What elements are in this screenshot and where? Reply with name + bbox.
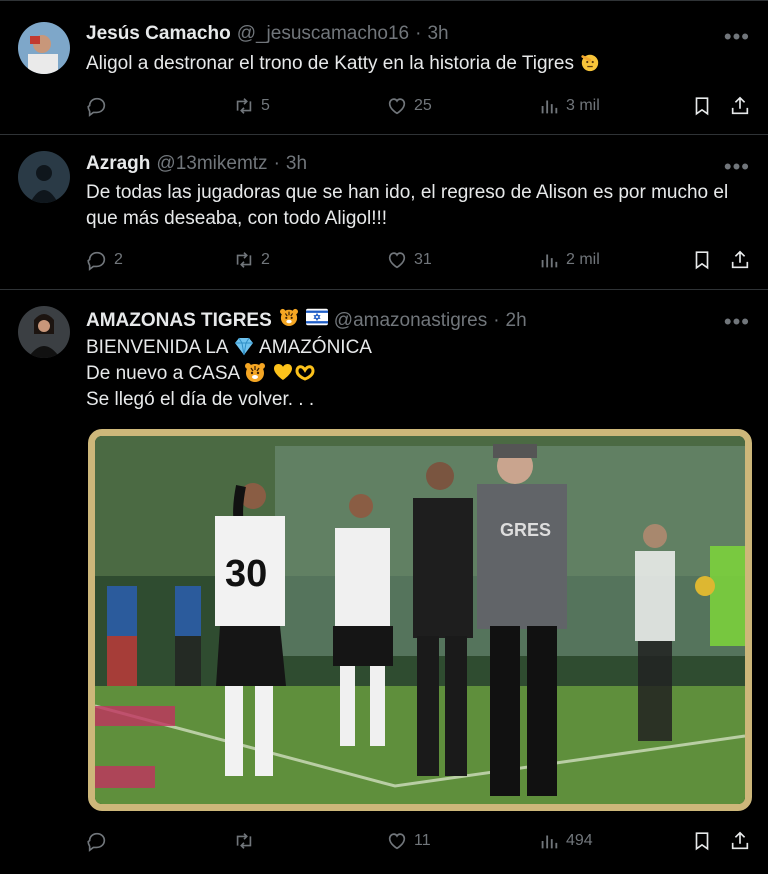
heart-icon xyxy=(388,98,406,115)
more-icon[interactable]: ••• xyxy=(724,156,750,178)
timestamp[interactable]: 3h xyxy=(286,153,307,175)
share-button[interactable] xyxy=(729,94,751,118)
tweet-line-1: BIENVENIDA LA xyxy=(86,337,228,358)
views-icon xyxy=(541,835,558,849)
tweet-header: AMAZONAS TIGRES @amazonastigres · 2h xyxy=(86,308,708,332)
reply-button[interactable] xyxy=(86,829,114,853)
retweet-button[interactable]: 2 xyxy=(233,248,270,272)
saluting-face-emoji-icon xyxy=(581,54,599,72)
like-button[interactable]: 31 xyxy=(386,248,432,272)
bookmark-icon xyxy=(695,251,709,270)
svg-text:30: 30 xyxy=(225,553,267,595)
tweet-text-content: De todas las jugadoras que se han ido, e… xyxy=(86,182,734,229)
tweet-header: Azragh @13mikemtz · 3h xyxy=(86,153,708,175)
more-icon[interactable]: ••• xyxy=(724,311,750,333)
tweet-text: Aligol a destronar el trono de Katty en … xyxy=(86,51,754,77)
separator: · xyxy=(273,153,280,174)
separator: · xyxy=(493,310,500,331)
tiger-emoji-icon xyxy=(245,363,266,382)
display-name[interactable]: Jesús Camacho xyxy=(86,23,231,45)
views-button[interactable]: 3 mil xyxy=(538,94,600,118)
views-count: 3 mil xyxy=(566,97,600,114)
retweet-button[interactable] xyxy=(233,829,261,853)
display-name[interactable]: Azragh xyxy=(86,153,150,175)
like-count: 25 xyxy=(414,97,432,114)
bookmark-button[interactable] xyxy=(691,94,713,118)
tweet-text-content: Aligol a destronar el trono de Katty en … xyxy=(86,53,574,74)
share-icon xyxy=(731,250,749,269)
user-handle[interactable]: @_jesuscamacho16 xyxy=(237,23,409,45)
views-button[interactable]: 2 mil xyxy=(538,248,600,272)
svg-text:GRES: GRES xyxy=(500,520,551,540)
avatar[interactable] xyxy=(18,151,70,203)
timestamp[interactable]: 3h xyxy=(427,23,448,45)
tweet-amazonas-tigres[interactable]: AMAZONAS TIGRES @amazonastigres · 2h •••… xyxy=(0,290,768,874)
retweet-icon xyxy=(236,252,252,268)
tweet-azragh[interactable]: Azragh @13mikemtz · 3h ••• De todas las … xyxy=(0,135,768,290)
bookmark-button[interactable] xyxy=(691,829,713,853)
share-icon xyxy=(731,831,749,850)
tweet-actions: 11 494 xyxy=(86,829,754,853)
retweet-icon xyxy=(236,98,252,114)
views-count: 494 xyxy=(566,832,593,849)
gem-emoji-icon xyxy=(234,337,253,356)
like-count: 11 xyxy=(414,832,431,849)
heart-hands-emoji-icon xyxy=(295,365,315,381)
retweet-count: 5 xyxy=(261,97,270,114)
tweet-line-3: Se llegó el día de volver. . . xyxy=(86,389,315,410)
tweet-text: BIENVENIDA LA AMAZÓNICA De nuevo a CASA … xyxy=(86,335,754,413)
tiger-emoji-icon xyxy=(279,308,298,326)
tweet-text: De todas las jugadoras que se han ido, e… xyxy=(86,180,754,232)
avatar[interactable] xyxy=(18,306,70,358)
timeline: Jesús Camacho @_jesuscamacho16 · 3h ••• … xyxy=(0,0,768,874)
reply-icon xyxy=(87,251,106,271)
bookmark-icon xyxy=(695,832,709,851)
share-icon xyxy=(731,96,749,115)
views-icon xyxy=(541,100,558,114)
israel-flag-icon xyxy=(305,308,328,326)
like-button[interactable]: 11 xyxy=(386,829,431,853)
tweet-actions: 2 2 31 2 mil xyxy=(86,248,754,272)
retweet-icon xyxy=(236,833,252,849)
bookmark-button[interactable] xyxy=(691,248,713,272)
views-icon xyxy=(541,254,558,268)
share-button[interactable] xyxy=(729,248,751,272)
views-count: 2 mil xyxy=(566,251,600,268)
views-button[interactable]: 494 xyxy=(538,829,593,853)
reply-button[interactable]: 2 xyxy=(86,248,123,272)
tweet-actions: 5 25 3 mil xyxy=(86,94,754,118)
like-button[interactable]: 25 xyxy=(386,94,432,118)
avatar[interactable] xyxy=(18,22,70,74)
user-handle[interactable]: @amazonastigres xyxy=(334,310,487,332)
reply-count: 2 xyxy=(114,251,123,268)
reply-icon xyxy=(87,832,106,852)
yellow-heart-emoji-icon xyxy=(273,364,292,380)
user-handle[interactable]: @13mikemtz xyxy=(156,153,267,175)
like-count: 31 xyxy=(414,251,432,268)
tweet-photo[interactable]: 30 GRES xyxy=(88,429,752,811)
reply-icon xyxy=(87,97,106,117)
tweet-line-1b: AMAZÓNICA xyxy=(259,337,372,358)
soccer-photo: 30 GRES xyxy=(95,436,745,804)
separator: · xyxy=(415,23,422,44)
heart-icon xyxy=(388,833,406,850)
bookmark-icon xyxy=(695,97,709,116)
tweet-jesus-camacho[interactable]: Jesús Camacho @_jesuscamacho16 · 3h ••• … xyxy=(0,0,768,135)
display-name[interactable]: AMAZONAS TIGRES xyxy=(86,310,272,332)
tweet-line-2: De nuevo a CASA xyxy=(86,363,240,384)
tweet-header: Jesús Camacho @_jesuscamacho16 · 3h xyxy=(86,23,708,45)
share-button[interactable] xyxy=(729,829,751,853)
retweet-count: 2 xyxy=(261,251,270,268)
more-icon[interactable]: ••• xyxy=(724,26,750,48)
retweet-button[interactable]: 5 xyxy=(233,94,270,118)
timestamp[interactable]: 2h xyxy=(506,310,527,332)
heart-icon xyxy=(388,252,406,269)
reply-button[interactable] xyxy=(86,94,114,118)
